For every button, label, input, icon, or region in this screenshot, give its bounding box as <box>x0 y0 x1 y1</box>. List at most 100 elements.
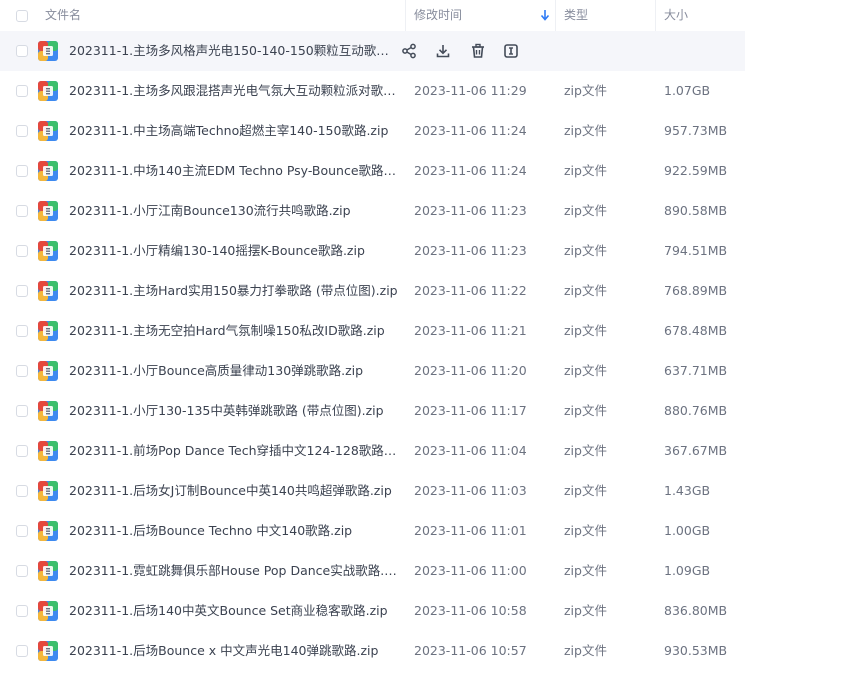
row-checkbox[interactable] <box>16 485 28 497</box>
file-type: zip文件 <box>564 443 607 458</box>
column-header-size[interactable]: 大小 <box>664 0 688 31</box>
file-name[interactable]: 202311-1.小厅精编130-140摇摆K-Bounce歌路.zip <box>69 231 399 271</box>
zip-file-icon <box>38 201 58 221</box>
row-checkbox[interactable] <box>16 245 28 257</box>
file-size: 1.43GB <box>664 483 711 498</box>
file-type: zip文件 <box>564 643 607 658</box>
modified-time: 2023-11-06 10:57 <box>414 643 527 658</box>
zip-file-icon <box>38 81 58 101</box>
table-row[interactable]: 202311-1.霓虹跳舞俱乐部House Pop Dance实战歌路.zip … <box>0 551 867 591</box>
zip-file-icon <box>38 41 58 61</box>
file-size: 836.80MB <box>664 603 728 618</box>
sort-descending-icon[interactable] <box>540 8 550 22</box>
file-size: 1.09GB <box>664 563 711 578</box>
file-size: 922.59MB <box>664 163 728 178</box>
file-name[interactable]: 202311-1.后场女J订制Bounce中英140共鸣超弹歌路.zip <box>69 471 399 511</box>
zip-file-icon <box>38 321 58 341</box>
row-checkbox[interactable] <box>16 645 28 657</box>
file-type: zip文件 <box>564 323 607 338</box>
row-checkbox[interactable] <box>16 445 28 457</box>
file-name[interactable]: 202311-1.主场Hard实用150暴力打拳歌路 (带点位图).zip <box>69 271 399 311</box>
column-divider <box>655 0 656 31</box>
file-name[interactable]: 202311-1.中场140主流EDM Techno Psy-Bounce歌路.… <box>69 151 399 191</box>
modified-time: 2023-11-06 11:22 <box>414 283 527 298</box>
file-name[interactable]: 202311-1.前场Pop Dance Tech穿插中文124-128歌路.z… <box>69 431 399 471</box>
row-hover-actions <box>398 31 528 71</box>
file-size: 880.76MB <box>664 403 728 418</box>
file-name[interactable]: 202311-1.小厅江南Bounce130流行共鸣歌路.zip <box>69 191 399 231</box>
table-row[interactable]: 202311-1.主场无空拍Hard气氛制噪150私改ID歌路.zip 2023… <box>0 311 867 351</box>
delete-icon[interactable] <box>470 43 486 59</box>
modified-time: 2023-11-06 11:23 <box>414 243 527 258</box>
row-checkbox[interactable] <box>16 125 28 137</box>
file-size: 1.07GB <box>664 83 711 98</box>
row-checkbox[interactable] <box>16 605 28 617</box>
file-type: zip文件 <box>564 563 607 578</box>
file-name[interactable]: 202311-1.中主场高端Techno超燃主宰140-150歌路.zip <box>69 111 399 151</box>
row-checkbox[interactable] <box>16 365 28 377</box>
column-divider <box>555 0 556 31</box>
file-name[interactable]: 202311-1.主场多风跟混搭声光电气氛大互动颗粒派对歌路.z... <box>69 71 399 111</box>
table-row[interactable]: 202311-1.小厅江南Bounce130流行共鸣歌路.zip 2023-11… <box>0 191 867 231</box>
file-size: 957.73MB <box>664 123 728 138</box>
table-header: 文件名 修改时间 类型 大小 <box>0 0 745 32</box>
file-type: zip文件 <box>564 363 607 378</box>
file-name[interactable]: 202311-1.小厅130-135中英韩弹跳歌路 (带点位图).zip <box>69 391 399 431</box>
row-checkbox[interactable] <box>16 325 28 337</box>
modified-time: 2023-11-06 11:17 <box>414 403 527 418</box>
file-type: zip文件 <box>564 603 607 618</box>
zip-file-icon <box>38 641 58 661</box>
table-row[interactable]: 202311-1.主场多风跟混搭声光电气氛大互动颗粒派对歌路.z... 2023… <box>0 71 867 111</box>
table-row[interactable]: 202311-1.小厅130-135中英韩弹跳歌路 (带点位图).zip 202… <box>0 391 867 431</box>
table-row[interactable]: 202311-1.中场140主流EDM Techno Psy-Bounce歌路.… <box>0 151 867 191</box>
column-header-type[interactable]: 类型 <box>564 0 588 31</box>
row-checkbox[interactable] <box>16 525 28 537</box>
file-name[interactable]: 202311-1.霓虹跳舞俱乐部House Pop Dance实战歌路.zip <box>69 551 399 591</box>
table-row[interactable]: 202311-1.小厅精编130-140摇摆K-Bounce歌路.zip 202… <box>0 231 867 271</box>
table-row[interactable]: 202311-1.后场140中英文Bounce Set商业稳客歌路.zip 20… <box>0 591 867 631</box>
row-checkbox[interactable] <box>16 85 28 97</box>
table-row[interactable]: 202311-1.后场Bounce x 中文声光电140弹跳歌路.zip 202… <box>0 631 867 671</box>
row-checkbox[interactable] <box>16 405 28 417</box>
row-checkbox[interactable] <box>16 205 28 217</box>
zip-file-icon <box>38 521 58 541</box>
row-checkbox[interactable] <box>16 285 28 297</box>
modified-time: 2023-11-06 11:20 <box>414 363 527 378</box>
table-row[interactable]: 202311-1.前场Pop Dance Tech穿插中文124-128歌路.z… <box>0 431 867 471</box>
file-size: 1.00GB <box>664 523 711 538</box>
zip-file-icon <box>38 121 58 141</box>
modified-time: 2023-11-06 11:24 <box>414 123 527 138</box>
file-name[interactable]: 202311-1.主场多风格声光电150-140-150颗粒互动歌路.... <box>69 31 399 71</box>
file-name[interactable]: 202311-1.主场无空拍Hard气氛制噪150私改ID歌路.zip <box>69 311 399 351</box>
column-header-name[interactable]: 文件名 <box>45 0 81 31</box>
zip-file-icon <box>38 161 58 181</box>
file-name[interactable]: 202311-1.后场Bounce Techno 中文140歌路.zip <box>69 511 399 551</box>
file-type: zip文件 <box>564 243 607 258</box>
more-icon[interactable] <box>503 43 519 59</box>
table-row[interactable]: 202311-1.主场多风格声光电150-140-150颗粒互动歌路.... <box>0 31 745 71</box>
file-name[interactable]: 202311-1.后场140中英文Bounce Set商业稳客歌路.zip <box>69 591 399 631</box>
file-type: zip文件 <box>564 203 607 218</box>
row-checkbox[interactable] <box>16 165 28 177</box>
table-row[interactable]: 202311-1.中主场高端Techno超燃主宰140-150歌路.zip 20… <box>0 111 867 151</box>
table-row[interactable]: 202311-1.后场Bounce Techno 中文140歌路.zip 202… <box>0 511 867 551</box>
file-name[interactable]: 202311-1.后场Bounce x 中文声光电140弹跳歌路.zip <box>69 631 399 671</box>
table-row[interactable]: 202311-1.小厅Bounce高质量律动130弹跳歌路.zip 2023-1… <box>0 351 867 391</box>
file-size: 890.58MB <box>664 203 728 218</box>
zip-file-icon <box>38 601 58 621</box>
zip-file-icon <box>38 401 58 421</box>
select-all-checkbox[interactable] <box>16 10 28 22</box>
file-type: zip文件 <box>564 123 607 138</box>
file-name[interactable]: 202311-1.小厅Bounce高质量律动130弹跳歌路.zip <box>69 351 399 391</box>
row-checkbox[interactable] <box>16 565 28 577</box>
download-icon[interactable] <box>435 43 451 59</box>
modified-time: 2023-11-06 11:24 <box>414 163 527 178</box>
row-checkbox[interactable] <box>16 45 28 57</box>
zip-file-icon <box>38 561 58 581</box>
share-icon[interactable] <box>401 43 417 59</box>
table-row[interactable]: 202311-1.主场Hard实用150暴力打拳歌路 (带点位图).zip 20… <box>0 271 867 311</box>
modified-time: 2023-11-06 11:01 <box>414 523 527 538</box>
column-header-modified-time[interactable]: 修改时间 <box>414 0 462 31</box>
zip-file-icon <box>38 441 58 461</box>
table-row[interactable]: 202311-1.后场女J订制Bounce中英140共鸣超弹歌路.zip 202… <box>0 471 867 511</box>
